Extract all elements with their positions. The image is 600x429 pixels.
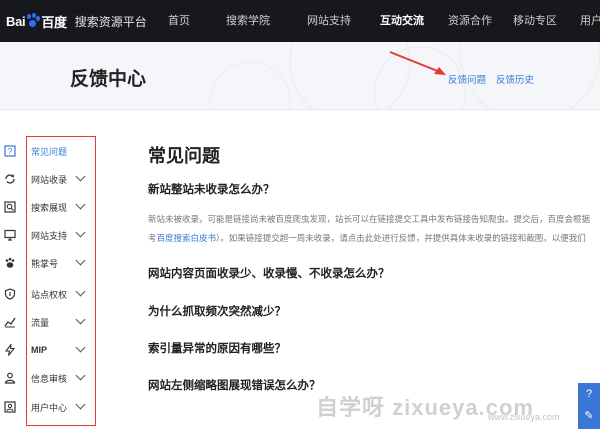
watermark-sub: www.zixueya.com bbox=[488, 412, 560, 422]
sidebar-item-label: 站点权权 bbox=[31, 289, 68, 300]
nav-item-academy[interactable]: 搜索学院 bbox=[204, 0, 292, 42]
sidebar-item-label: MIP bbox=[31, 345, 48, 355]
sidebar-item-label: 常见问题 bbox=[31, 146, 68, 157]
profile-card-icon bbox=[4, 401, 16, 413]
sidebar-item-info-review[interactable]: 信息审核 bbox=[0, 364, 110, 392]
section-title: 常见问题 bbox=[148, 146, 220, 166]
answer-suffix: ）。如果链接提交超一周未收录，请点击此处进行反馈，并提供具体未收录的链接和截图，… bbox=[216, 233, 586, 243]
person-icon bbox=[4, 372, 16, 384]
svg-text:?: ? bbox=[8, 147, 13, 156]
header-band: 反馈中心 反馈问题 反馈历史 bbox=[0, 42, 600, 110]
nav-item-site-support[interactable]: 网站支持 bbox=[292, 0, 366, 42]
paw-icon bbox=[4, 257, 16, 269]
sidebar-item-xiongzhang[interactable]: 熊掌号 bbox=[0, 249, 110, 277]
faq-question[interactable]: 索引量异常的原因有哪些？ bbox=[148, 340, 286, 356]
chart-icon bbox=[4, 316, 16, 328]
top-nav: Bai 百度 搜索资源平台 首页 搜索学院 网站支持 互动交流 资源合作 移动专… bbox=[0, 0, 600, 42]
sidebar-item-label: 搜索展现 bbox=[31, 202, 68, 213]
chevron-down-icon bbox=[75, 342, 86, 353]
faq-question[interactable]: 网站内容页面收录少、收录慢、不收录怎么办？ bbox=[148, 265, 390, 281]
chevron-down-icon bbox=[75, 370, 86, 381]
header-links: 反馈问题 反馈历史 bbox=[448, 72, 534, 86]
sidebar-item-label: 熊掌号 bbox=[31, 258, 59, 269]
sidebar-item-site-rights[interactable]: 站点权权 bbox=[0, 280, 110, 308]
feedback-issue-link[interactable]: 反馈问题 bbox=[448, 72, 486, 86]
nav-item-home[interactable]: 首页 bbox=[154, 0, 204, 42]
nav-item-cooperation[interactable]: 资源合作 bbox=[438, 0, 502, 42]
faq-answer: 新站未被收录，可能是链接尚未被百度爬虫发现，站长可以在链接提交工具中发布链接告知… bbox=[148, 210, 600, 248]
sidebar-item-user-center[interactable]: 用户中心 bbox=[0, 393, 110, 421]
faq-question[interactable]: 网站左侧缩略图展现错误怎么办？ bbox=[148, 377, 321, 393]
answer-line: 考百度搜索白皮书）。如果链接提交超一周未收录，请点击此处进行反馈，并提供具体未收… bbox=[148, 229, 600, 248]
lightning-icon bbox=[4, 342, 16, 356]
sidebar-item-label: 流量 bbox=[31, 317, 50, 328]
baidu-logo[interactable]: Bai 百度 搜索资源平台 bbox=[6, 0, 147, 42]
sidebar-item-label: 信息审核 bbox=[31, 373, 68, 384]
paw-logo-icon bbox=[26, 13, 41, 28]
search-display-icon bbox=[4, 201, 16, 213]
chevron-down-icon bbox=[75, 255, 86, 266]
sidebar-item-faq[interactable]: ? 常见问题 bbox=[0, 137, 110, 165]
recycle-icon bbox=[4, 173, 16, 185]
answer-line: 新站未被收录，可能是链接尚未被百度爬虫发现，站长可以在链接提交工具中发布链接告知… bbox=[148, 214, 591, 224]
logo-text-right: 百度 bbox=[41, 14, 67, 30]
platform-subtitle: 搜索资源平台 bbox=[74, 14, 147, 29]
sidebar-item-search-display[interactable]: 搜索展现 bbox=[0, 193, 110, 221]
sidebar-item-indexing[interactable]: 网站收录 bbox=[0, 165, 110, 193]
faq-question[interactable]: 新站整站未收录怎么办？ bbox=[148, 181, 275, 197]
shield-icon bbox=[4, 288, 16, 300]
sidebar-item-site-support[interactable]: 网站支持 bbox=[0, 221, 110, 249]
floating-toolbar: ? ✎ bbox=[578, 383, 600, 429]
nav-item-interaction[interactable]: 互动交流 bbox=[366, 0, 438, 42]
whitepaper-link[interactable]: 百度搜索白皮书 bbox=[157, 233, 217, 243]
chevron-down-icon bbox=[75, 314, 86, 325]
faq-question[interactable]: 为什么抓取频次突然减少？ bbox=[148, 303, 286, 319]
main-nav: 首页 搜索学院 网站支持 互动交流 资源合作 移动专区 用户中心 bbox=[154, 0, 600, 42]
feedback-history-link[interactable]: 反馈历史 bbox=[496, 72, 534, 86]
sidebar-item-traffic[interactable]: 流量 bbox=[0, 308, 110, 336]
sidebar-item-mip[interactable]: MIP bbox=[0, 336, 110, 364]
sidebar-item-label: 网站支持 bbox=[31, 230, 68, 241]
chevron-down-icon bbox=[75, 227, 86, 238]
chevron-down-icon bbox=[75, 199, 86, 210]
chevron-down-icon bbox=[75, 286, 86, 297]
question-icon: ? bbox=[4, 145, 16, 157]
monitor-icon bbox=[4, 229, 16, 241]
nav-item-user-center[interactable]: 用户中心 bbox=[568, 0, 600, 42]
help-icon[interactable]: ? bbox=[578, 383, 600, 405]
sidebar-item-label: 用户中心 bbox=[31, 402, 68, 413]
chevron-down-icon bbox=[75, 399, 86, 410]
logo-text-left: Bai bbox=[6, 13, 26, 29]
annotation-arrow-icon bbox=[389, 51, 446, 75]
page-title: 反馈中心 bbox=[70, 69, 147, 90]
nav-item-mobile[interactable]: 移动专区 bbox=[502, 0, 568, 42]
sidebar-item-label: 网站收录 bbox=[31, 174, 68, 185]
answer-prefix: 考 bbox=[148, 233, 157, 243]
chevron-down-icon bbox=[75, 171, 86, 182]
edit-icon[interactable]: ✎ bbox=[578, 405, 600, 427]
